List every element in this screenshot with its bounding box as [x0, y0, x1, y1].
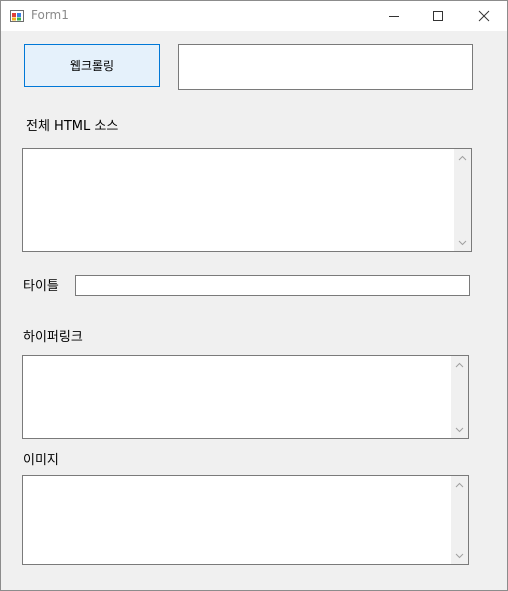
- maximize-button[interactable]: [415, 1, 461, 31]
- web-crawl-button-label: 웹크롤링: [69, 59, 115, 73]
- scroll-down-button[interactable]: [451, 421, 468, 438]
- chevron-down-icon: [455, 427, 464, 432]
- close-button[interactable]: [461, 1, 507, 31]
- html-source-textarea[interactable]: [22, 148, 472, 252]
- hyperlink-scrollbar[interactable]: [451, 356, 468, 438]
- chevron-down-icon: [455, 553, 464, 558]
- html-source-label: 전체 HTML 소스: [26, 119, 119, 134]
- scroll-up-button[interactable]: [451, 356, 468, 373]
- scroll-up-button[interactable]: [454, 149, 471, 166]
- minimize-button[interactable]: [371, 1, 417, 31]
- image-textarea[interactable]: [22, 475, 469, 565]
- html-source-scrollbar[interactable]: [454, 149, 471, 251]
- scroll-down-button[interactable]: [451, 547, 468, 564]
- url-input[interactable]: [178, 44, 473, 90]
- chevron-down-icon: [458, 240, 467, 245]
- title-bar[interactable]: Form1: [1, 1, 507, 31]
- image-scrollbar[interactable]: [451, 476, 468, 564]
- chevron-up-icon: [455, 482, 464, 487]
- chevron-up-icon: [455, 362, 464, 367]
- window-title: Form1: [31, 8, 69, 22]
- web-crawl-button[interactable]: 웹크롤링: [24, 44, 160, 87]
- hyperlink-textarea[interactable]: [22, 355, 469, 439]
- title-input[interactable]: [75, 275, 470, 296]
- minimize-icon: [389, 16, 399, 17]
- maximize-icon: [433, 11, 443, 21]
- winforms-app-icon: [10, 10, 24, 22]
- close-icon: [478, 10, 490, 22]
- title-label: 타이틀: [23, 279, 59, 294]
- scroll-down-button[interactable]: [454, 234, 471, 251]
- chevron-up-icon: [458, 155, 467, 160]
- form-client-area: 웹크롤링 전체 HTML 소스 타이틀 하이퍼링크 이미지: [1, 31, 507, 590]
- hyperlink-label: 하이퍼링크: [23, 330, 83, 345]
- scroll-up-button[interactable]: [451, 476, 468, 493]
- form-window: Form1 웹크롤링 전체 HTML 소스 타이틀 하이퍼링크 이미지: [0, 0, 508, 591]
- image-label: 이미지: [23, 453, 59, 468]
